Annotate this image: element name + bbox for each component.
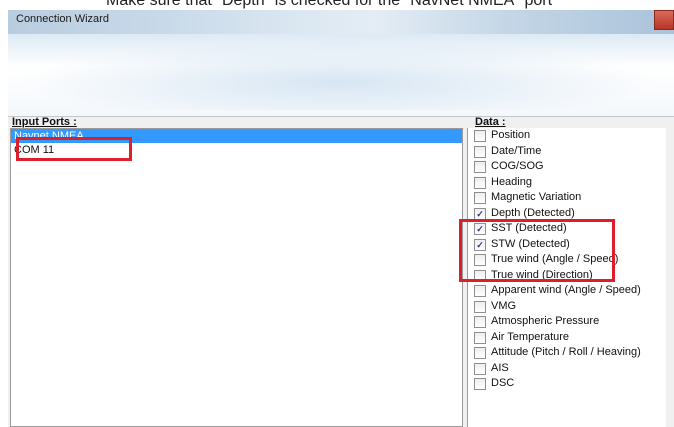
data-item[interactable]: Date/Time <box>468 144 666 160</box>
checkbox-unchecked[interactable] <box>474 316 486 328</box>
data-item[interactable]: Attitude (Pitch / Roll / Heaving) <box>468 345 666 361</box>
data-item[interactable]: Atmospheric Pressure <box>468 314 666 330</box>
window-title: Connection Wizard <box>16 13 109 25</box>
checkbox-unchecked[interactable] <box>474 145 486 158</box>
input-ports-list[interactable]: Navnet NMEA COM 11 <box>10 128 463 427</box>
data-item-label: DSC <box>491 377 515 389</box>
checkbox-unchecked[interactable] <box>474 331 486 344</box>
wizard-banner <box>8 34 674 117</box>
instruction-caption: Make sure that "Depth" is checked for th… <box>0 0 674 10</box>
title-bar: Connection Wizard <box>8 10 674 34</box>
data-item-label: VMG <box>491 299 517 312</box>
checkbox-unchecked[interactable] <box>474 362 486 375</box>
checkbox-unchecked[interactable] <box>474 130 486 142</box>
close-icon[interactable] <box>654 10 674 30</box>
banner-decoration <box>18 40 658 110</box>
checkbox-unchecked[interactable] <box>474 176 486 189</box>
data-label: Data : <box>475 116 506 128</box>
checkbox-unchecked[interactable] <box>474 192 486 204</box>
data-item-label: Magnetic Variation <box>491 191 582 203</box>
data-item-label: Position <box>491 129 531 141</box>
data-item[interactable]: DSC <box>468 376 666 392</box>
data-item[interactable]: Heading <box>468 175 666 191</box>
data-item-label: Apparent wind (Angle / Speed) <box>491 284 641 296</box>
data-item[interactable]: Magnetic Variation <box>468 190 666 206</box>
data-item-label: Atmospheric Pressure <box>491 315 600 327</box>
data-item-label: Attitude (Pitch / Roll / Heaving) <box>491 346 641 358</box>
instruction-caption-text: Make sure that "Depth" is checked for th… <box>106 0 553 9</box>
data-item[interactable]: VMG <box>468 299 666 315</box>
highlight-box-detected-data <box>459 219 615 282</box>
data-item-label: Depth (Detected) <box>491 206 575 219</box>
checkbox-unchecked[interactable] <box>474 300 486 313</box>
data-item-label: AIS <box>491 361 509 374</box>
data-item[interactable]: Position <box>468 128 666 144</box>
data-item[interactable]: Apparent wind (Angle / Speed) <box>468 283 666 299</box>
data-item-label: Date/Time <box>491 144 542 157</box>
checkbox-unchecked[interactable] <box>474 378 486 390</box>
highlight-box-port <box>16 137 132 161</box>
checkbox-unchecked[interactable] <box>474 285 486 297</box>
data-item-label: Heading <box>491 175 532 188</box>
checkbox-checked[interactable]: ✓ <box>474 207 486 220</box>
data-item-label: COG/SOG <box>491 160 544 172</box>
checkbox-unchecked[interactable] <box>474 347 486 359</box>
data-item[interactable]: AIS <box>468 361 666 377</box>
checkbox-unchecked[interactable] <box>474 161 486 173</box>
input-ports-label: Input Ports : <box>12 116 77 128</box>
data-item[interactable]: Air Temperature <box>468 330 666 346</box>
data-item[interactable]: COG/SOG <box>468 159 666 175</box>
data-item-label: Air Temperature <box>491 330 570 343</box>
